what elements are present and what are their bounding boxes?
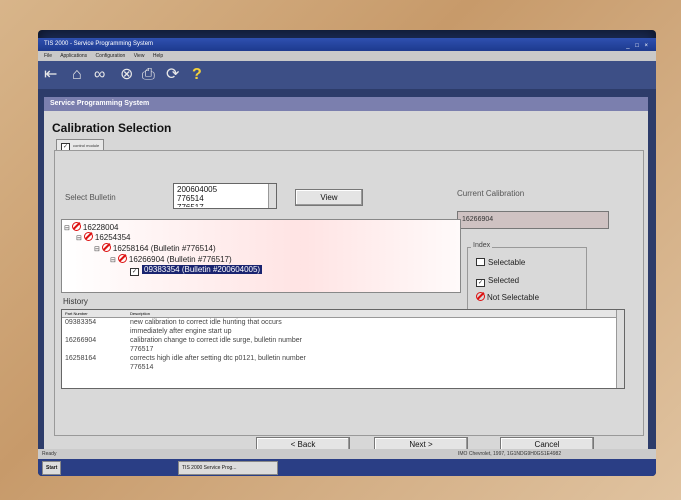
page-title: Calibration Selection: [52, 121, 172, 135]
not-selectable-icon: [117, 254, 127, 263]
print-icon[interactable]: ⎙: [142, 65, 155, 85]
status-bar: Ready IMO Chevrolet, 1997, 1G1NDG9H0GS1E…: [38, 449, 656, 459]
tree-node-selected[interactable]: ✓ 09383354 (Bulletin #200604005): [130, 265, 263, 276]
bulletin-label: Select Bulletin: [65, 193, 116, 202]
not-selectable-icon: [476, 292, 485, 301]
main-panel: Calibration Selection ✓ control module Se…: [44, 111, 648, 452]
column-part-number: Part Number: [65, 311, 88, 316]
history-label: History: [63, 297, 88, 306]
not-selectable-icon: [101, 243, 111, 252]
history-desc: new calibration to correct idle hunting …: [130, 319, 282, 326]
selectable-icon: [476, 258, 485, 266]
tree-node[interactable]: ⊟ 16266904 (Bulletin #776517): [110, 254, 232, 264]
menu-file[interactable]: File: [44, 53, 52, 59]
bulletin-option[interactable]: 776517: [177, 203, 273, 207]
legend-index: Index Selectable ✓ Selected Not Selectabl…: [467, 242, 587, 313]
monitor-bezel: TIS 2000 - Service Programming System _ …: [0, 0, 681, 500]
client-area: Service Programming System Calibration S…: [38, 89, 656, 452]
legend-selectable: Selectable: [476, 258, 525, 267]
status-right: IMO Chevrolet, 1997, 1G1NDG9H0GS1E4982: [458, 451, 562, 457]
menu-applications[interactable]: Applications: [60, 53, 87, 59]
tab-body: Select Bulletin 200604005 776514 776517 …: [54, 150, 644, 436]
legend-not-selectable: Not Selectable: [476, 292, 539, 302]
bulletin-scrollbar[interactable]: [268, 184, 276, 208]
bulletin-list[interactable]: 200604005 776514 776517: [173, 183, 277, 209]
selected-check-icon: ✓: [130, 268, 139, 276]
app-header: Service Programming System: [44, 97, 648, 111]
tree-node[interactable]: ⊟ 16258164 (Bulletin #776514): [94, 243, 216, 253]
window-titlebar: TIS 2000 - Service Programming System _ …: [38, 38, 656, 51]
history-desc: corrects high idle after setting dtc p01…: [130, 355, 306, 362]
not-selectable-icon: [71, 222, 81, 231]
menu-configuration[interactable]: Configuration: [96, 53, 126, 59]
stop-icon[interactable]: ⊗: [120, 65, 133, 85]
history-desc: 776514: [130, 364, 154, 371]
tree-node[interactable]: ⊟ 16254354: [76, 232, 130, 242]
history-header: Part Number Description: [62, 310, 624, 318]
not-selectable-icon: [83, 232, 93, 241]
history-desc: 776517: [130, 346, 154, 353]
home-icon[interactable]: ⌂: [72, 65, 82, 85]
bulletin-option[interactable]: 200604005: [177, 185, 273, 194]
current-calibration-label: Current Calibration: [457, 189, 525, 198]
binoculars-icon[interactable]: ∞: [94, 65, 105, 85]
selected-check-icon: ✓: [476, 279, 485, 287]
history-part: 09383354: [65, 319, 97, 326]
legend-title: Index: [471, 242, 493, 249]
menu-bar: File Applications Configuration View Hel…: [38, 51, 656, 61]
back-arrow-icon[interactable]: ⇤: [44, 65, 57, 85]
column-description: Description: [130, 311, 151, 316]
history-part: 16266904: [65, 337, 97, 344]
current-calibration-value: 16266904: [457, 211, 609, 229]
history-table[interactable]: Part Number Description 09383354 new cal…: [61, 309, 625, 389]
window-title: TIS 2000 - Service Programming System: [44, 41, 154, 47]
toolbar: ⇤ ⌂ ∞ ⊗ ⎙ ⟳ ?: [38, 61, 656, 89]
tree-node[interactable]: ⊟ 16228004: [64, 222, 118, 232]
start-button[interactable]: Start: [42, 461, 62, 475]
taskbar-task[interactable]: TIS 2000 Service Prog...: [178, 461, 278, 475]
history-desc: calibration change to correct idle surge…: [130, 337, 302, 344]
bulletin-option[interactable]: 776514: [177, 194, 273, 203]
screen: TIS 2000 - Service Programming System _ …: [38, 30, 656, 476]
history-scrollbar[interactable]: [616, 310, 624, 388]
history-part: 16258164: [65, 355, 97, 362]
history-desc: immediately after engine start up: [130, 328, 232, 335]
legend-selected: ✓ Selected: [476, 276, 520, 287]
tab-label: control module: [73, 143, 100, 148]
refresh-icon[interactable]: ⟳: [166, 65, 179, 85]
menu-view[interactable]: View: [134, 53, 145, 59]
calibration-tree[interactable]: ⊟ 16228004 ⊟ 16254354 ⊟ 16258164 (Bulletin …: [61, 219, 461, 293]
menu-help[interactable]: Help: [153, 53, 163, 59]
status-left: Ready: [42, 451, 57, 457]
view-button[interactable]: View: [295, 189, 363, 206]
help-icon[interactable]: ?: [192, 65, 202, 85]
